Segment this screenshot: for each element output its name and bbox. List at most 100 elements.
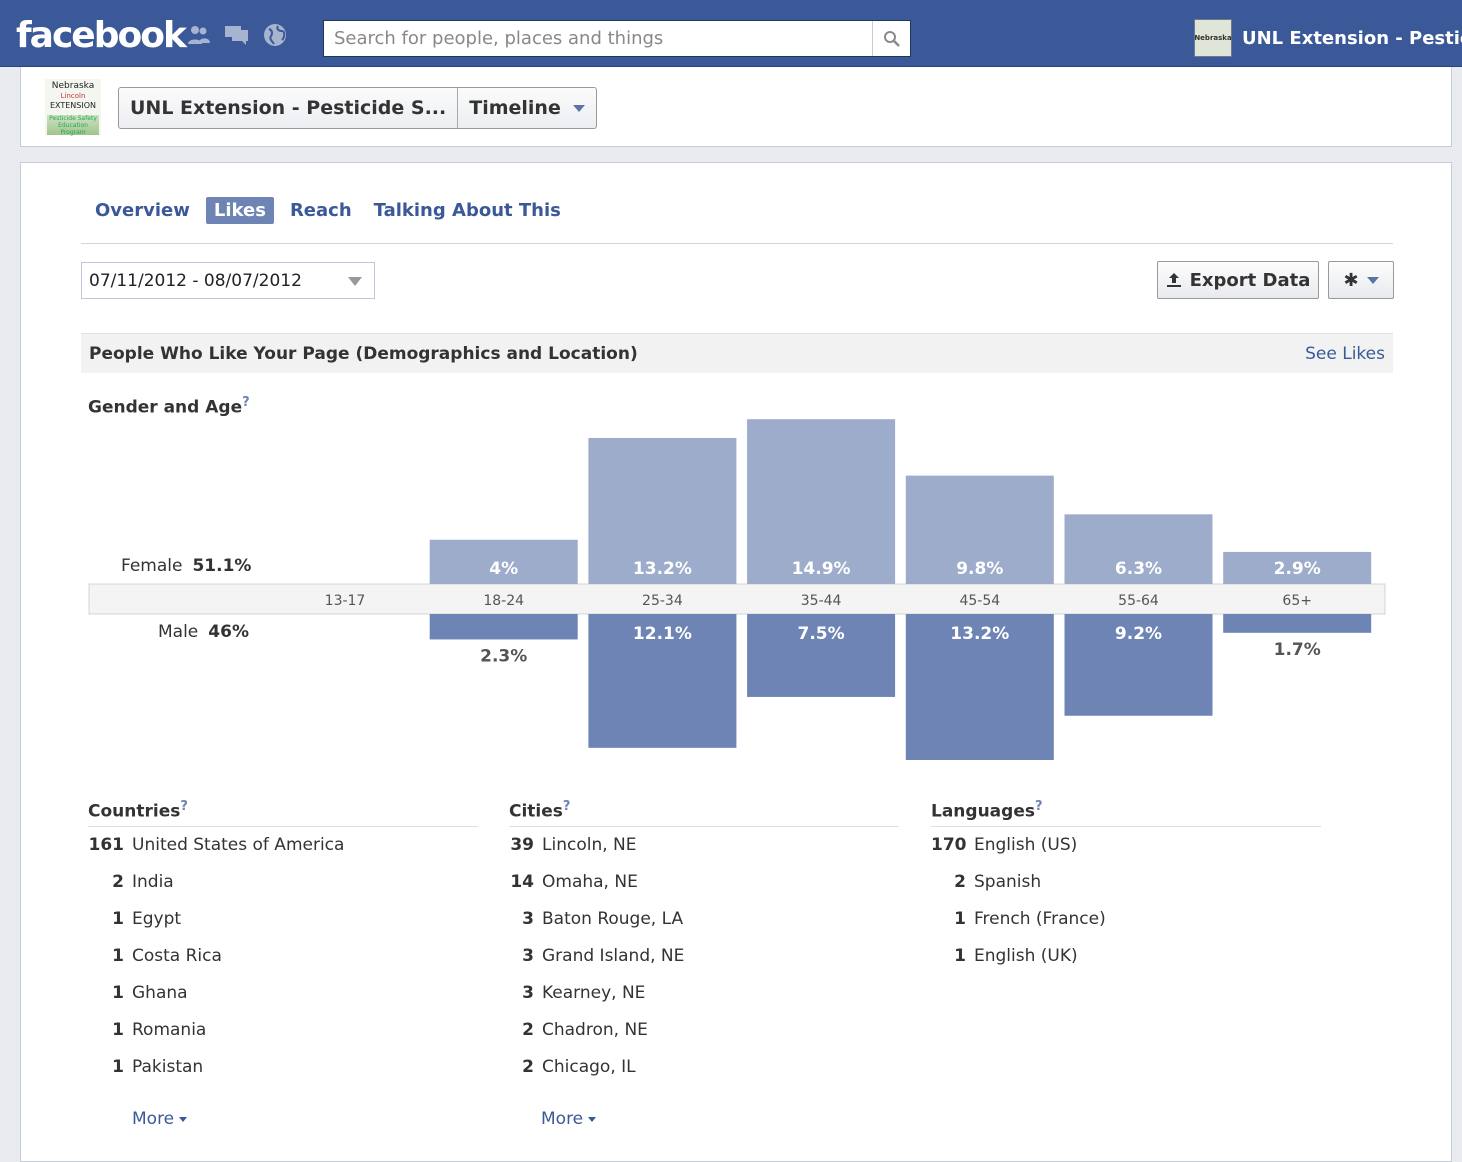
language-row-name: English (UK)	[974, 946, 1078, 966]
language-row-count: 170	[931, 835, 967, 855]
city-row[interactable]: 2 Chadron, NE	[509, 1020, 648, 1040]
top-bar: facebook Nebraska UNL Extension - Pestic…	[0, 0, 1462, 67]
language-row[interactable]: 2 Spanish	[931, 872, 1041, 892]
city-row-name: Grand Island, NE	[542, 946, 685, 966]
city-row[interactable]: 39 Lincoln, NE	[509, 835, 636, 855]
city-row-count: 2	[522, 1020, 534, 1040]
country-row-count: 1	[112, 1020, 124, 1040]
help-icon[interactable]: ?	[1035, 799, 1043, 814]
help-icon[interactable]: ?	[563, 799, 571, 814]
account-name: UNL Extension - Pestici	[1242, 27, 1462, 49]
country-row[interactable]: 1 Costa Rica	[88, 946, 222, 966]
country-row[interactable]: 1 Ghana	[88, 983, 188, 1003]
language-row-count: 1	[954, 909, 966, 929]
cities-more-label: More	[541, 1109, 584, 1129]
insights-panel: Overview Likes Reach Talking About This …	[20, 162, 1452, 1162]
male-bar-label: 2.3%	[480, 646, 527, 666]
country-row-name: Egypt	[132, 909, 182, 929]
city-row[interactable]: 3 Kearney, NE	[509, 983, 645, 1003]
languages-title-text: Languages	[931, 801, 1035, 822]
chevron-down-icon	[588, 1116, 597, 1122]
gender-age-chart: Female 51.1% Male 46% 13-17 4% 2.3% 18-24 13.2…	[21, 163, 1453, 783]
country-row-count: 1	[112, 909, 124, 929]
country-row[interactable]: 161 United States of America	[88, 835, 345, 855]
cities-title: Cities?	[509, 799, 570, 822]
city-row-count: 39	[510, 835, 534, 855]
female-bar-label: 9.8%	[956, 559, 1003, 579]
country-row[interactable]: 1 Pakistan	[88, 1057, 203, 1077]
female-bar-label: 4%	[489, 559, 518, 579]
language-row-count: 2	[954, 872, 966, 892]
languages-title: Languages?	[931, 799, 1043, 822]
chevron-down-icon	[179, 1116, 188, 1122]
male-bar-18-24	[429, 614, 578, 640]
language-row[interactable]: 170 English (US)	[931, 835, 1077, 855]
age-tick-label: 35-44	[801, 593, 842, 609]
page-avatar-line-3: EXTENSION	[49, 101, 97, 110]
city-row-count: 3	[522, 946, 534, 966]
countries-more-link[interactable]: More	[132, 1109, 188, 1129]
country-row[interactable]: 1 Egypt	[88, 909, 181, 929]
female-bar-label: 2.9%	[1274, 559, 1321, 579]
country-row[interactable]: 1 Romania	[88, 1020, 206, 1040]
countries-title-text: Countries	[88, 801, 181, 822]
breadcrumb: UNL Extension - Pesticide S... Timeline	[118, 87, 597, 129]
messages-icon[interactable]	[224, 22, 250, 48]
facebook-logo[interactable]: facebook	[16, 14, 187, 58]
language-row[interactable]: 1 English (UK)	[931, 946, 1078, 966]
city-row[interactable]: 3 Baton Rouge, LA	[509, 909, 683, 929]
timeline-dropdown[interactable]: Timeline	[457, 88, 596, 128]
female-bar-label: 6.3%	[1115, 559, 1162, 579]
country-row-count: 1	[112, 1057, 124, 1077]
timeline-label: Timeline	[469, 97, 561, 119]
help-icon[interactable]: ?	[180, 799, 188, 814]
cities-more-link[interactable]: More	[541, 1109, 597, 1129]
language-row[interactable]: 1 French (France)	[931, 909, 1106, 929]
city-row-name: Baton Rouge, LA	[542, 909, 684, 929]
page-avatar-line-1: Nebraska	[51, 81, 95, 91]
notifications-globe-icon[interactable]	[262, 22, 288, 48]
country-row-name: Pakistan	[132, 1057, 204, 1077]
city-row[interactable]: 3 Grand Island, NE	[509, 946, 684, 966]
cities-title-text: Cities	[509, 801, 563, 822]
city-row-name: Kearney, NE	[542, 983, 646, 1003]
male-bar-label: 9.2%	[1115, 624, 1162, 644]
male-bar-label: 7.5%	[798, 624, 845, 644]
city-row-name: Lincoln, NE	[542, 835, 637, 855]
country-row-name: Romania	[132, 1020, 207, 1040]
city-row[interactable]: 2 Chicago, IL	[509, 1057, 636, 1077]
city-row-name: Chicago, IL	[542, 1057, 636, 1077]
page-header: Nebraska Lincoln EXTENSION Pesticide Saf…	[20, 67, 1452, 147]
search-box	[323, 20, 911, 57]
language-row-name: Spanish	[974, 872, 1042, 892]
male-bar-65+	[1223, 614, 1372, 633]
friend-requests-icon[interactable]	[186, 22, 212, 48]
search-icon	[883, 30, 900, 47]
female-bar-label: 14.9%	[792, 559, 851, 579]
age-tick-label: 25-34	[642, 593, 683, 609]
city-row-count: 14	[510, 872, 534, 892]
country-row-count: 2	[112, 872, 124, 892]
countries-title: Countries?	[88, 799, 188, 822]
age-tick-label: 55-64	[1118, 593, 1159, 609]
page-avatar[interactable]: Nebraska Lincoln EXTENSION Pesticide Saf…	[45, 79, 101, 136]
search-input[interactable]	[324, 21, 872, 56]
language-row-name: English (US)	[974, 835, 1078, 855]
country-row-count: 161	[88, 835, 125, 855]
age-tick-label: 18-24	[483, 593, 524, 609]
country-row-name: Costa Rica	[132, 946, 222, 966]
notification-jewels	[186, 22, 288, 48]
language-row-count: 1	[954, 946, 966, 966]
account-link[interactable]: Nebraska UNL Extension - Pestici	[1194, 19, 1462, 57]
city-row[interactable]: 14 Omaha, NE	[509, 872, 638, 892]
country-row[interactable]: 2 India	[88, 872, 174, 892]
age-tick-label: 45-54	[959, 593, 1000, 609]
page-avatar-line-2: Lincoln	[60, 92, 86, 100]
page-name-link[interactable]: UNL Extension - Pesticide S...	[119, 88, 457, 128]
country-row-name: Ghana	[132, 983, 188, 1003]
search-button[interactable]	[872, 21, 910, 56]
country-row-name: United States of America	[132, 835, 345, 855]
city-row-count: 2	[522, 1057, 534, 1077]
male-bar-label: 13.2%	[950, 624, 1009, 644]
female-bar-label: 13.2%	[633, 559, 692, 579]
